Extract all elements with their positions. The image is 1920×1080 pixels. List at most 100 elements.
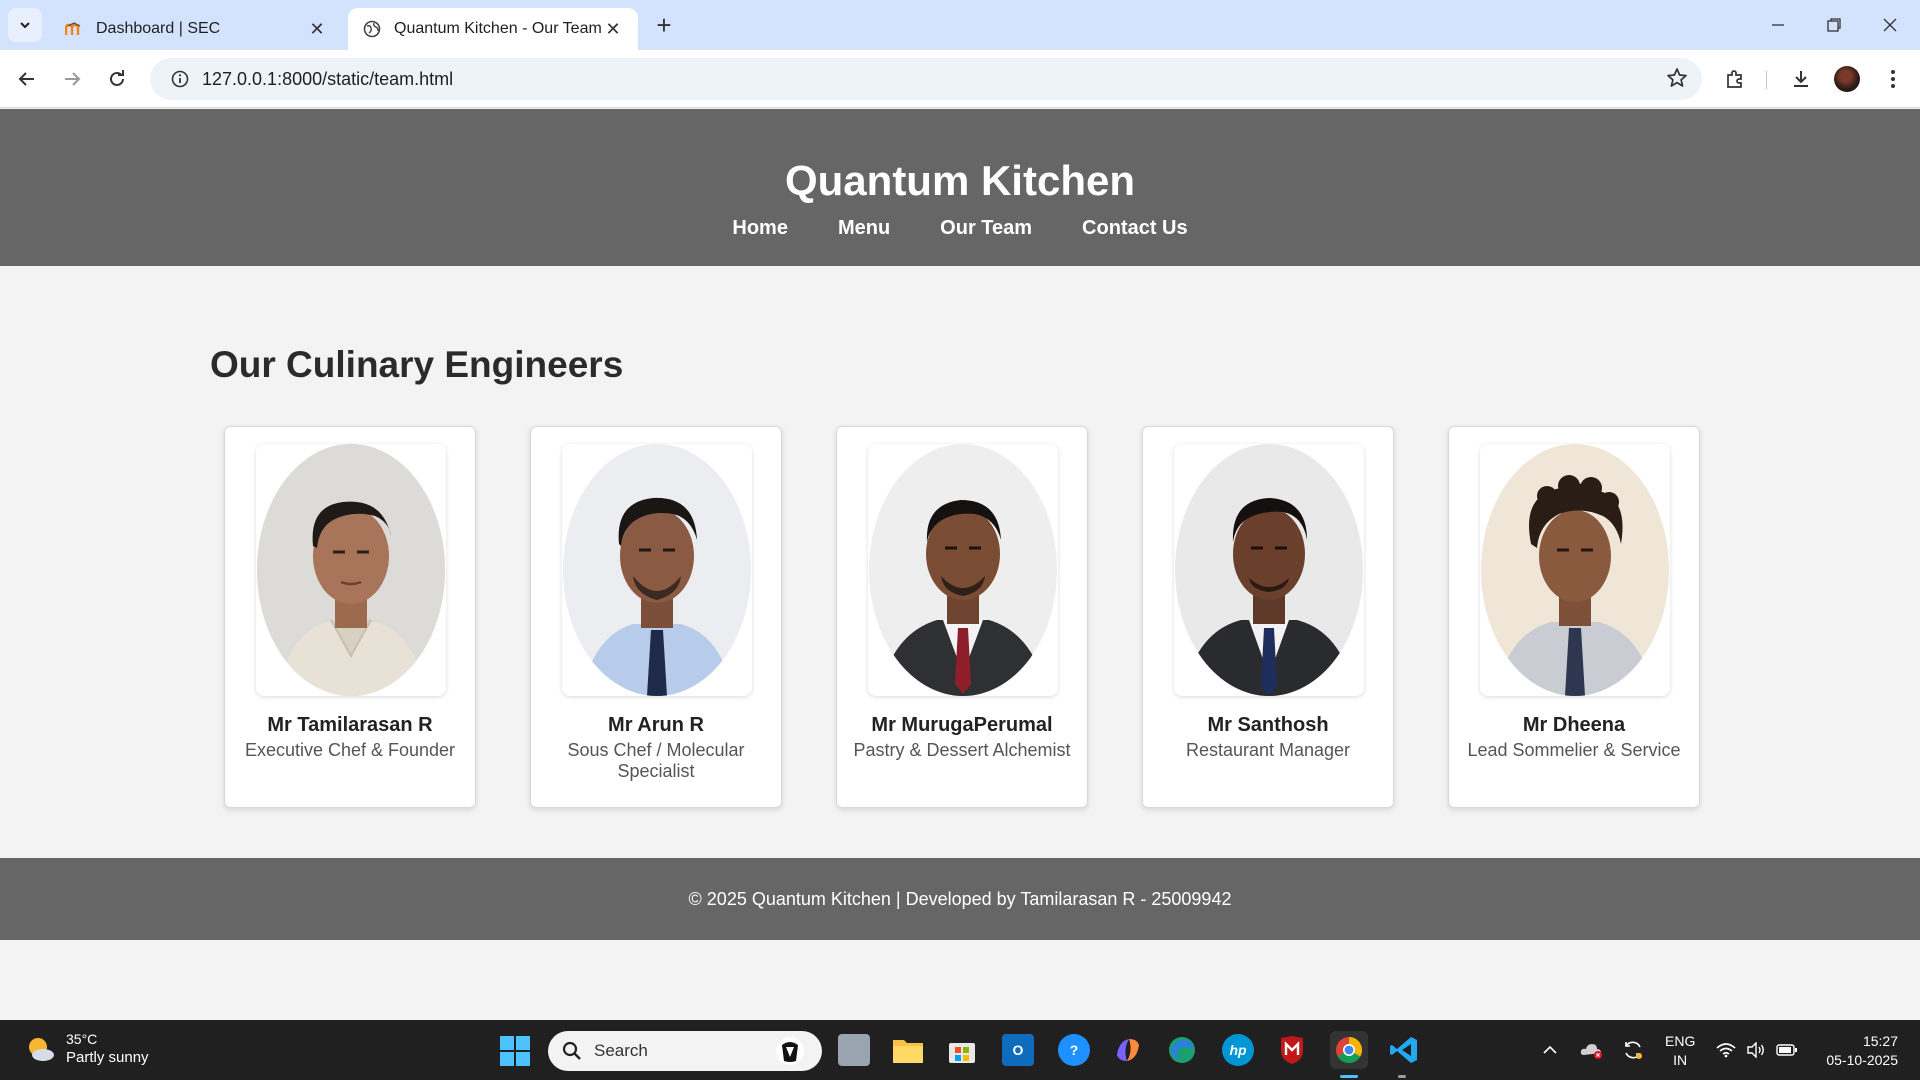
taskbar-search[interactable]: Search [548,1031,822,1071]
member-photo-frame [868,444,1058,696]
member-role: Restaurant Manager [1185,740,1351,760]
close-window-icon[interactable] [1862,0,1918,50]
weather-desc: Partly sunny [66,1049,149,1066]
browser-tabstrip: Dashboard | SEC ✕ Quantum Kitchen - Our … [0,0,1920,50]
team-card-list: Mr Tamilarasan R Executive Chef & Founde… [224,426,1700,808]
more-menu-icon[interactable] [1876,62,1910,96]
member-name: Mr Arun R [608,714,704,736]
member-photo [869,444,1057,696]
outlook-icon[interactable]: O [1002,1034,1034,1066]
close-tab-icon[interactable]: ✕ [306,18,328,40]
show-hidden-icons[interactable] [1542,1020,1558,1080]
chevron-down-icon [20,22,30,29]
restore-icon[interactable] [1806,0,1862,50]
globe-icon [362,19,382,39]
copilot-icon[interactable] [1112,1034,1144,1066]
site-nav: Home Menu Our Team Contact Us [0,217,1920,240]
mcafee-icon[interactable] [1276,1034,1308,1066]
vscode-icon[interactable] [1388,1034,1420,1066]
site-header: Quantum Kitchen Home Menu Our Team Conta… [0,109,1920,266]
member-photo [563,444,751,696]
nav-contact-us-link[interactable]: Contact Us [1082,217,1188,240]
member-name: Mr MurugaPerumal [871,714,1053,736]
team-card: Mr MurugaPerumal Pastry & Dessert Alchem… [836,426,1088,808]
team-card: Mr Tamilarasan R Executive Chef & Founde… [224,426,476,808]
browser-toolbar: 127.0.0.1:8000/static/team.html [0,50,1920,108]
forward-icon[interactable] [55,62,89,96]
section-heading: Our Culinary Engineers [210,344,624,385]
tab-title: Dashboard | SEC [96,20,221,37]
volume-icon[interactable] [1746,1020,1766,1080]
member-photo [1481,444,1669,696]
team-card: Mr Dheena Lead Sommelier & Service [1448,426,1700,808]
close-tab-icon[interactable]: ✕ [602,18,624,40]
file-explorer-icon[interactable] [892,1034,924,1066]
site-info-icon[interactable] [158,70,202,88]
address-bar[interactable]: 127.0.0.1:8000/static/team.html [150,58,1702,100]
back-icon[interactable] [10,62,44,96]
member-name: Mr Santhosh [1207,714,1329,736]
partly-sunny-icon [24,1033,56,1065]
bookmark-star-icon[interactable] [1666,67,1688,94]
member-role: Executive Chef & Founder [244,740,456,760]
weather-widget[interactable]: 35°C Partly sunny [24,1030,149,1067]
profile-avatar[interactable] [1830,62,1864,96]
new-tab-button[interactable]: + [650,10,678,40]
tab-title: Quantum Kitchen - Our Team [394,20,602,37]
wifi-icon[interactable] [1716,1020,1736,1080]
member-photo-frame [1174,444,1364,696]
team-card: Mr Arun R Sous Chef / Molecular Speciali… [530,426,782,808]
member-photo [1175,444,1363,696]
member-role: Pastry & Dessert Alchemist [853,740,1071,760]
lang-bottom: IN [1673,1052,1688,1068]
lang-top: ENG [1665,1033,1696,1049]
member-photo-frame [1480,444,1670,696]
onedrive-error-icon[interactable] [1580,1020,1604,1080]
nav-home-link[interactable]: Home [732,217,788,240]
moodle-favicon-icon [64,19,84,39]
extensions-icon[interactable] [1718,62,1752,96]
download-icon[interactable] [1784,62,1818,96]
member-role: Sous Chef / Molecular Specialist [567,740,745,781]
member-role: Lead Sommelier & Service [1467,740,1681,760]
search-icon [562,1041,581,1060]
weather-temp: 35°C [66,1031,98,1047]
nav-our-team-link[interactable]: Our Team [940,217,1032,240]
taskbar: 35°C Partly sunny Search O ? hp ENG IN 1… [0,1020,1920,1080]
site-title: Quantum Kitchen [784,157,1135,204]
windows-start-icon[interactable] [500,1036,530,1066]
nav-menu-link[interactable]: Menu [838,217,890,240]
system-clock[interactable]: 15:27 05-10-2025 [1826,1032,1898,1070]
chrome-icon[interactable] [1330,1031,1368,1069]
clock-time: 15:27 [1862,1033,1898,1049]
footer-text: © 2025 Quantum Kitchen | Developed by Ta… [688,888,1232,909]
member-name: Mr Dheena [1522,714,1626,736]
active-app-indicator [1340,1075,1358,1078]
minimize-icon[interactable] [1750,0,1806,50]
team-card: Mr Santhosh Restaurant Manager [1142,426,1394,808]
member-photo-frame [562,444,752,696]
avatar [1834,66,1860,92]
toolbar-divider [1766,71,1767,89]
site-footer: © 2025 Quantum Kitchen | Developed by Ta… [0,858,1920,940]
browser-tab-dashboard[interactable]: Dashboard | SEC ✕ [50,8,342,50]
reload-icon[interactable] [100,62,134,96]
search-highlight-icon [776,1037,804,1065]
hp-icon[interactable]: hp [1222,1034,1254,1066]
clock-date: 05-10-2025 [1826,1052,1898,1068]
browser-tab-team[interactable]: Quantum Kitchen - Our Team ✕ [348,8,638,50]
url-text: 127.0.0.1:8000/static/team.html [202,68,454,89]
edge-icon[interactable] [1166,1034,1198,1066]
task-view-icon[interactable] [838,1034,870,1066]
battery-icon[interactable] [1776,1020,1798,1080]
input-language[interactable]: ENG IN [1665,1032,1695,1070]
member-photo [257,444,445,696]
sync-icon[interactable] [1622,1020,1644,1080]
member-name: Mr Tamilarasan R [267,714,433,736]
member-photo-frame [256,444,446,696]
get-help-icon[interactable]: ? [1058,1034,1090,1066]
search-label: Search [594,1041,648,1060]
microsoft-store-icon[interactable] [946,1034,978,1066]
tab-search-button[interactable] [8,8,42,42]
running-app-indicator [1398,1075,1406,1078]
